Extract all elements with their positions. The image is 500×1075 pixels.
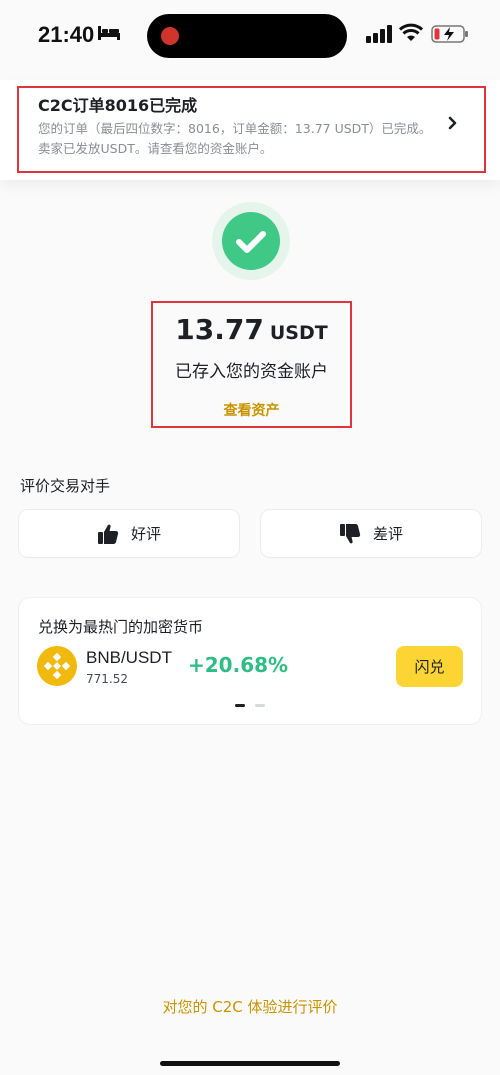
pair-change: +20.68% <box>188 653 289 677</box>
notification-title: C2C订单8016已完成 <box>38 96 198 115</box>
carousel-dot[interactable] <box>255 704 265 707</box>
amount-display: 13.77 USDT <box>151 313 352 346</box>
amount-value: 13.77 <box>175 313 264 346</box>
bed-icon <box>98 26 120 40</box>
convert-title: 兑换为最热门的加密货币 <box>38 618 204 636</box>
carousel-dot-active[interactable] <box>235 704 245 707</box>
bnb-logo-icon <box>37 646 77 686</box>
review-heading: 评价交易对手 <box>20 477 111 495</box>
positive-review-label: 好评 <box>130 525 161 543</box>
chevron-right-icon[interactable] <box>446 113 460 133</box>
thumbs-up-icon <box>97 524 119 544</box>
view-assets-link[interactable]: 查看资产 <box>151 400 352 420</box>
flash-convert-button[interactable]: 闪兑 <box>396 646 463 687</box>
amount-unit: USDT <box>269 322 328 344</box>
status-time: 21:40 <box>38 22 95 47</box>
recording-indicator-icon <box>161 27 179 45</box>
deposited-message: 已存入您的资金账户 <box>175 362 328 382</box>
pair-name: BNB/USDT <box>86 648 172 667</box>
success-check-icon <box>222 212 280 270</box>
status-bar: 21:40 <box>0 0 500 70</box>
thumbs-down-icon <box>339 523 361 543</box>
rate-c2c-experience-link[interactable]: 对您的 C2C 体验进行评价 <box>0 996 500 1017</box>
battery-charging-icon <box>431 25 468 43</box>
wifi-icon <box>399 23 423 41</box>
dynamic-island <box>147 14 347 58</box>
negative-review-button[interactable]: 差评 <box>260 509 482 558</box>
negative-review-label: 差评 <box>372 525 403 543</box>
notification-body: 您的订单（最后四位数字：8016，订单金额：13.77 USDT）已完成。卖家已… <box>38 121 432 156</box>
positive-review-button[interactable]: 好评 <box>18 509 240 558</box>
home-indicator[interactable] <box>160 1061 340 1066</box>
pair-price: 771.52 <box>86 672 128 686</box>
signal-icon <box>366 25 392 43</box>
